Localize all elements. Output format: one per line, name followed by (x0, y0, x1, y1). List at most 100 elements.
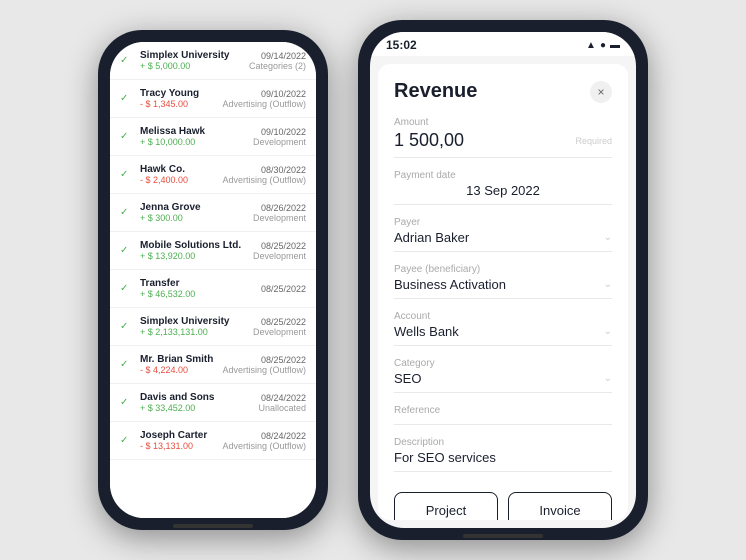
tx-amount: + $ 5,000.00 (140, 61, 243, 71)
check-icon: ✓ (120, 283, 134, 294)
tx-name: Simplex University (140, 50, 243, 61)
transaction-item[interactable]: ✓ Simplex University+ $ 2,133,131.00 08/25… (110, 308, 316, 346)
transaction-list[interactable]: ✓Simplex University+ $ 5,000.0009/14/202… (110, 42, 316, 518)
right-phone: 15:02 ▲ ● ▬ Revenue × Amount 1 500,00 Re… (358, 20, 648, 540)
tx-right: 08/24/2022Advertising (Outflow) (222, 431, 306, 451)
tx-category: Categories (2) (249, 61, 306, 71)
tx-right: 08/25/2022Development (253, 241, 306, 261)
tx-info: Hawk Co.- $ 2,400.00 (140, 164, 216, 185)
tx-name: Simplex University (140, 316, 247, 327)
transaction-item[interactable]: ✓Joseph Carter- $ 13,131.0008/24/2022Adv… (110, 422, 316, 460)
modal-header: Revenue × (394, 80, 612, 103)
left-phone: ✓Simplex University+ $ 5,000.0009/14/202… (98, 30, 328, 530)
tx-right: 08/25/2022Development (253, 317, 306, 337)
invoice-button[interactable]: Invoice (508, 492, 612, 520)
payee-value: Business Activation ⌄ (394, 277, 612, 292)
tx-date: 08/25/2022 (253, 241, 306, 251)
transaction-item[interactable]: ✓ Davis and Sons+ $ 33,452.00 08/24/2022Un… (110, 384, 316, 422)
tx-info: Davis and Sons+ $ 33,452.00 (140, 392, 252, 413)
signal-icon: ● (600, 40, 606, 51)
payer-chevron-icon: ⌄ (604, 232, 612, 243)
transaction-item[interactable]: ✓ Mr. Brian Smith- $ 4,224.00 08/25/2022Ad… (110, 346, 316, 384)
description-field[interactable]: Description For SEO services (394, 437, 612, 472)
check-icon: ✓ (120, 207, 134, 218)
account-value: Wells Bank ⌄ (394, 324, 612, 339)
transaction-item[interactable]: ✓Mobile Solutions Ltd.+ $ 13,920.0008/25… (110, 232, 316, 270)
tx-name: Tracy Young (140, 88, 216, 99)
status-bar: 15:02 ▲ ● ▬ (370, 32, 636, 56)
tx-right: 09/10/2022Development (253, 127, 306, 147)
transaction-item[interactable]: ✓ Hawk Co.- $ 2,400.00 08/30/2022Advertisi… (110, 156, 316, 194)
tx-name: Mr. Brian Smith (140, 354, 216, 365)
tx-amount: + $ 13,920.00 (140, 251, 247, 261)
tx-info: Simplex University+ $ 2,133,131.00 (140, 316, 247, 337)
home-bar (173, 524, 253, 528)
transaction-item[interactable]: ✓Tracy Young- $ 1,345.0009/10/2022Advert… (110, 80, 316, 118)
tx-category: Advertising (Outflow) (222, 175, 306, 185)
modal-footer: Project Invoice (394, 484, 612, 520)
description-label: Description (394, 437, 612, 448)
check-icon: ✓ (120, 359, 134, 370)
close-button[interactable]: × (590, 81, 612, 103)
tx-category: Advertising (Outflow) (222, 441, 306, 451)
tx-date: 09/14/2022 (249, 51, 306, 61)
tx-category: Unallocated (258, 403, 306, 413)
amount-field[interactable]: Amount 1 500,00 Required (394, 117, 612, 158)
check-icon: ✓ (120, 397, 134, 408)
tx-date: 08/25/2022 (261, 284, 306, 294)
category-value: SEO ⌄ (394, 371, 612, 386)
category-label: Category (394, 358, 612, 369)
check-icon: ✓ (120, 55, 134, 66)
tx-name: Melissa Hawk (140, 126, 247, 137)
transaction-item[interactable]: ✓ Transfer+ $ 46,532.00 08/25/2022 (110, 270, 316, 308)
payee-field[interactable]: Payee (beneficiary) Business Activation … (394, 264, 612, 299)
reference-field[interactable]: Reference (394, 405, 612, 425)
tx-amount: + $ 300.00 (140, 213, 247, 223)
payer-field[interactable]: Payer Adrian Baker ⌄ (394, 217, 612, 252)
revenue-modal: Revenue × Amount 1 500,00 Required Payme… (378, 64, 628, 520)
payee-chevron-icon: ⌄ (604, 279, 612, 290)
category-chevron-icon: ⌄ (604, 373, 612, 384)
tx-name: Hawk Co. (140, 164, 216, 175)
tx-amount: - $ 4,224.00 (140, 365, 216, 375)
check-icon: ✓ (120, 169, 134, 180)
transaction-item[interactable]: ✓Jenna Grove+ $ 300.0008/26/2022Developm… (110, 194, 316, 232)
project-button[interactable]: Project (394, 492, 498, 520)
tx-amount: - $ 13,131.00 (140, 441, 216, 451)
transaction-item[interactable]: ✓ Simplex University+ $ 5,000.00 09/14/202… (110, 42, 316, 80)
reference-label: Reference (394, 405, 612, 416)
tx-right: 08/26/2022Development (253, 203, 306, 223)
tx-amount: + $ 33,452.00 (140, 403, 252, 413)
tx-category: Advertising (Outflow) (222, 99, 306, 109)
tx-name: Mobile Solutions Ltd. (140, 240, 247, 251)
tx-amount: - $ 1,345.00 (140, 99, 216, 109)
right-phone-screen: 15:02 ▲ ● ▬ Revenue × Amount 1 500,00 Re… (370, 32, 636, 528)
account-chevron-icon: ⌄ (604, 326, 612, 337)
tx-right: 08/30/2022Advertising (Outflow) (222, 165, 306, 185)
check-icon: ✓ (120, 131, 134, 142)
tx-category: Development (253, 251, 306, 261)
tx-date: 08/24/2022 (258, 393, 306, 403)
tx-name: Transfer (140, 278, 255, 289)
tx-right: 09/10/2022Advertising (Outflow) (222, 89, 306, 109)
tx-info: Transfer+ $ 46,532.00 (140, 278, 255, 299)
check-icon: ✓ (120, 435, 134, 446)
tx-category: Advertising (Outflow) (222, 365, 306, 375)
left-phone-screen: ✓Simplex University+ $ 5,000.0009/14/202… (110, 42, 316, 518)
payer-label: Payer (394, 217, 612, 228)
tx-info: Tracy Young- $ 1,345.00 (140, 88, 216, 109)
tx-info: Simplex University+ $ 5,000.00 (140, 50, 243, 71)
amount-value: 1 500,00 Required (394, 130, 612, 151)
transaction-item[interactable]: ✓Melissa Hawk+ $ 10,000.0009/10/2022Deve… (110, 118, 316, 156)
tx-info: Mr. Brian Smith- $ 4,224.00 (140, 354, 216, 375)
category-field[interactable]: Category SEO ⌄ (394, 358, 612, 393)
tx-name: Davis and Sons (140, 392, 252, 403)
wifi-icon: ▲ (586, 40, 596, 51)
tx-date: 09/10/2022 (222, 89, 306, 99)
tx-category: Development (253, 213, 306, 223)
tx-date: 09/10/2022 (253, 127, 306, 137)
tx-date: 08/25/2022 (222, 355, 306, 365)
account-field[interactable]: Account Wells Bank ⌄ (394, 311, 612, 346)
payment-date-field[interactable]: Payment date 13 Sep 2022 (394, 170, 612, 205)
check-icon: ✓ (120, 321, 134, 332)
